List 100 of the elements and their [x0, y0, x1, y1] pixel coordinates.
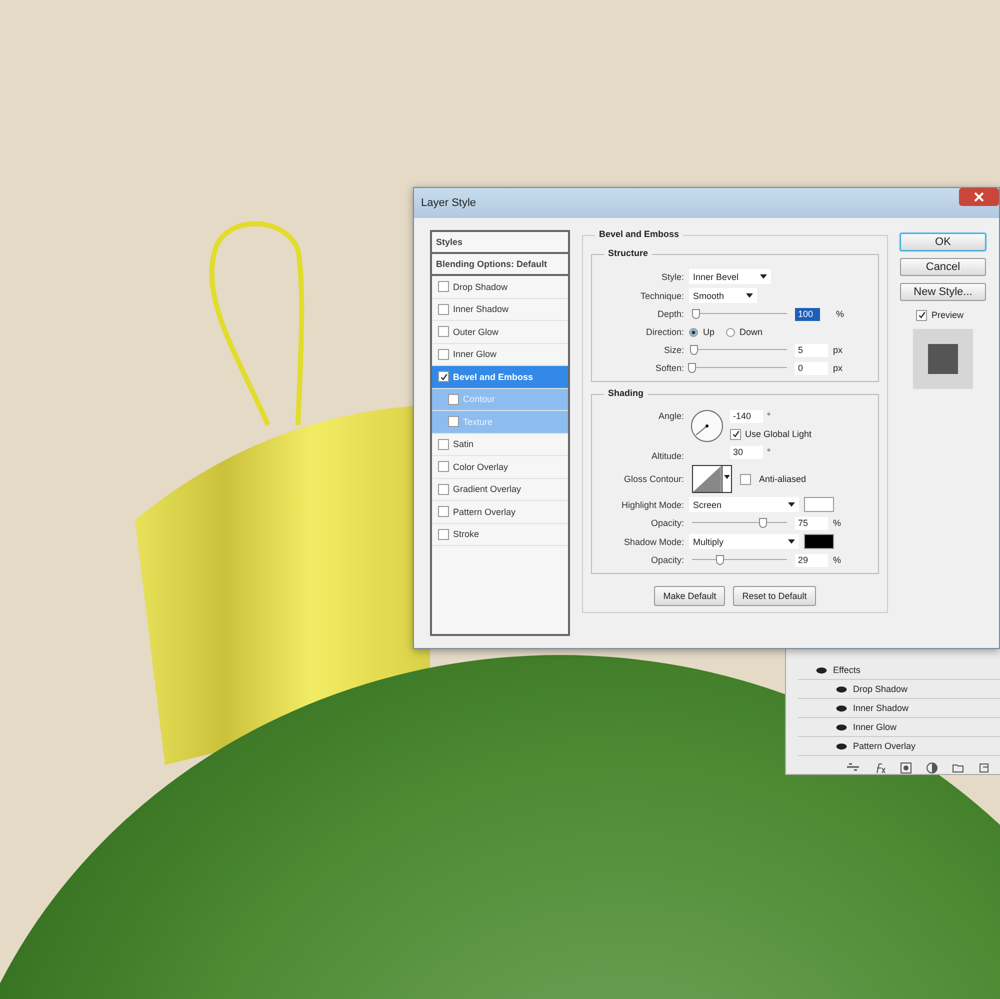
folder-icon[interactable]: [952, 762, 964, 774]
layer-effect-item[interactable]: Pattern Overlay: [853, 741, 916, 751]
mask-icon[interactable]: [900, 762, 912, 774]
number-field[interactable]: -140: [730, 410, 763, 422]
group-title: Structure: [604, 248, 652, 258]
color-swatch[interactable]: [804, 497, 834, 512]
eye-icon[interactable]: [836, 724, 847, 730]
style-label: Satin: [453, 439, 474, 450]
radio-button[interactable]: [689, 328, 698, 336]
dropdown[interactable]: Inner Bevel: [689, 269, 771, 284]
eye-icon[interactable]: [836, 686, 847, 692]
style-list-item[interactable]: Satin: [432, 434, 568, 456]
field-label: Style:: [660, 272, 684, 282]
unit-label: %: [833, 518, 842, 528]
layer-effect-item[interactable]: Inner Glow: [853, 722, 897, 732]
style-list-item[interactable]: Color Overlay: [432, 456, 568, 478]
caret-icon: [788, 502, 795, 507]
checkbox-label[interactable]: Use Global Light: [745, 429, 812, 439]
slider-thumb[interactable]: [690, 345, 698, 355]
style-label: Inner Shadow: [453, 304, 509, 314]
checkbox[interactable]: [438, 506, 449, 518]
layer-effect-item[interactable]: Drop Shadow: [853, 684, 908, 694]
dialog-button[interactable]: New Style...: [900, 283, 986, 301]
unit-label: px: [833, 345, 844, 355]
checkbox[interactable]: [438, 326, 449, 338]
slider-thumb[interactable]: [716, 555, 724, 565]
slider-thumb[interactable]: [688, 363, 696, 373]
dialog-button[interactable]: Reset to Default: [733, 586, 816, 606]
fx-icon[interactable]: [874, 762, 886, 774]
checkbox[interactable]: [438, 484, 449, 495]
style-label: Contour: [463, 394, 496, 404]
checkbox[interactable]: [916, 310, 928, 320]
style-list-item[interactable]: Pattern Overlay: [432, 501, 568, 524]
dialog-button[interactable]: Cancel: [900, 258, 986, 276]
slider-thumb[interactable]: [692, 309, 700, 319]
styles-list-header[interactable]: Blending Options: Default: [432, 254, 568, 276]
angle-dial-icon[interactable]: [690, 409, 724, 443]
eye-icon[interactable]: [836, 704, 847, 712]
window-title: Layer Style: [420, 196, 476, 209]
field-label: Technique:: [639, 290, 684, 300]
style-list-item[interactable]: Outer Glow: [432, 321, 568, 344]
close-icon[interactable]: [959, 188, 999, 206]
dropdown[interactable]: Smooth: [689, 288, 757, 303]
checkbox[interactable]: [438, 281, 449, 292]
checkbox[interactable]: [438, 348, 449, 360]
style-label: Stroke: [453, 529, 480, 540]
radio-label[interactable]: Up: [703, 327, 715, 337]
dropdown[interactable]: Screen: [689, 497, 799, 512]
field-label: Depth:: [656, 309, 684, 319]
checkbox[interactable]: [448, 416, 459, 428]
style-list-item[interactable]: Gradient Overlay: [432, 478, 568, 501]
checkbox[interactable]: [438, 304, 449, 315]
style-label: Color Overlay: [453, 462, 508, 472]
unit-label: °: [767, 411, 772, 421]
dropdown[interactable]: Multiply: [689, 534, 799, 549]
checkbox[interactable]: [438, 371, 449, 382]
checkbox[interactable]: [438, 528, 449, 540]
caret-icon: [788, 539, 795, 544]
style-label: Gradient Overlay: [453, 484, 522, 494]
unit-label: %: [836, 309, 846, 319]
field-label: Opacity:: [650, 518, 684, 528]
new-layer-icon[interactable]: [978, 762, 990, 774]
style-list-item[interactable]: Bevel and Emboss: [432, 366, 568, 388]
number-field[interactable]: 75: [795, 516, 828, 530]
color-swatch[interactable]: [804, 534, 834, 549]
unit-label: %: [833, 555, 842, 565]
field-label: Altitude:: [650, 451, 684, 461]
number-field[interactable]: 0: [795, 362, 828, 374]
eye-icon[interactable]: [836, 742, 847, 750]
layer-effect-item[interactable]: Inner Shadow: [853, 703, 909, 713]
dialog-button[interactable]: OK: [900, 233, 986, 251]
checkbox[interactable]: [730, 428, 741, 440]
layer-effects-label[interactable]: Effects: [833, 665, 860, 675]
checkbox[interactable]: [438, 438, 449, 450]
number-field[interactable]: 30: [730, 446, 763, 458]
slider-thumb[interactable]: [759, 518, 768, 528]
number-field[interactable]: 100: [795, 308, 820, 320]
checkbox[interactable]: [740, 474, 751, 484]
style-list-item[interactable]: Drop Shadow: [432, 276, 568, 298]
dialog-button[interactable]: Make Default: [654, 586, 726, 606]
checkbox[interactable]: [438, 461, 449, 472]
unit-label: px: [833, 363, 844, 373]
checkbox-label[interactable]: Anti-aliased: [759, 474, 806, 484]
group-title: Bevel and Emboss: [595, 229, 684, 239]
styles-list-header[interactable]: Styles: [432, 232, 568, 254]
field-label: Highlight Mode:: [620, 500, 684, 510]
field-label: Opacity:: [650, 555, 684, 565]
style-label: Outer Glow: [453, 326, 499, 337]
adjustment-icon[interactable]: [926, 762, 938, 774]
number-field[interactable]: 5: [795, 344, 828, 356]
style-list-item[interactable]: Inner Shadow: [432, 298, 568, 321]
number-field[interactable]: 29: [795, 554, 828, 566]
checkbox[interactable]: [448, 394, 459, 405]
radio-label[interactable]: Down: [740, 327, 763, 337]
checkbox-label[interactable]: Preview: [931, 310, 964, 320]
style-list-item[interactable]: Stroke: [432, 524, 568, 546]
eye-icon[interactable]: [816, 666, 827, 674]
contour-picker-icon[interactable]: [692, 465, 732, 493]
radio-button[interactable]: [726, 328, 735, 336]
field-label: Shadow Mode:: [622, 536, 684, 546]
